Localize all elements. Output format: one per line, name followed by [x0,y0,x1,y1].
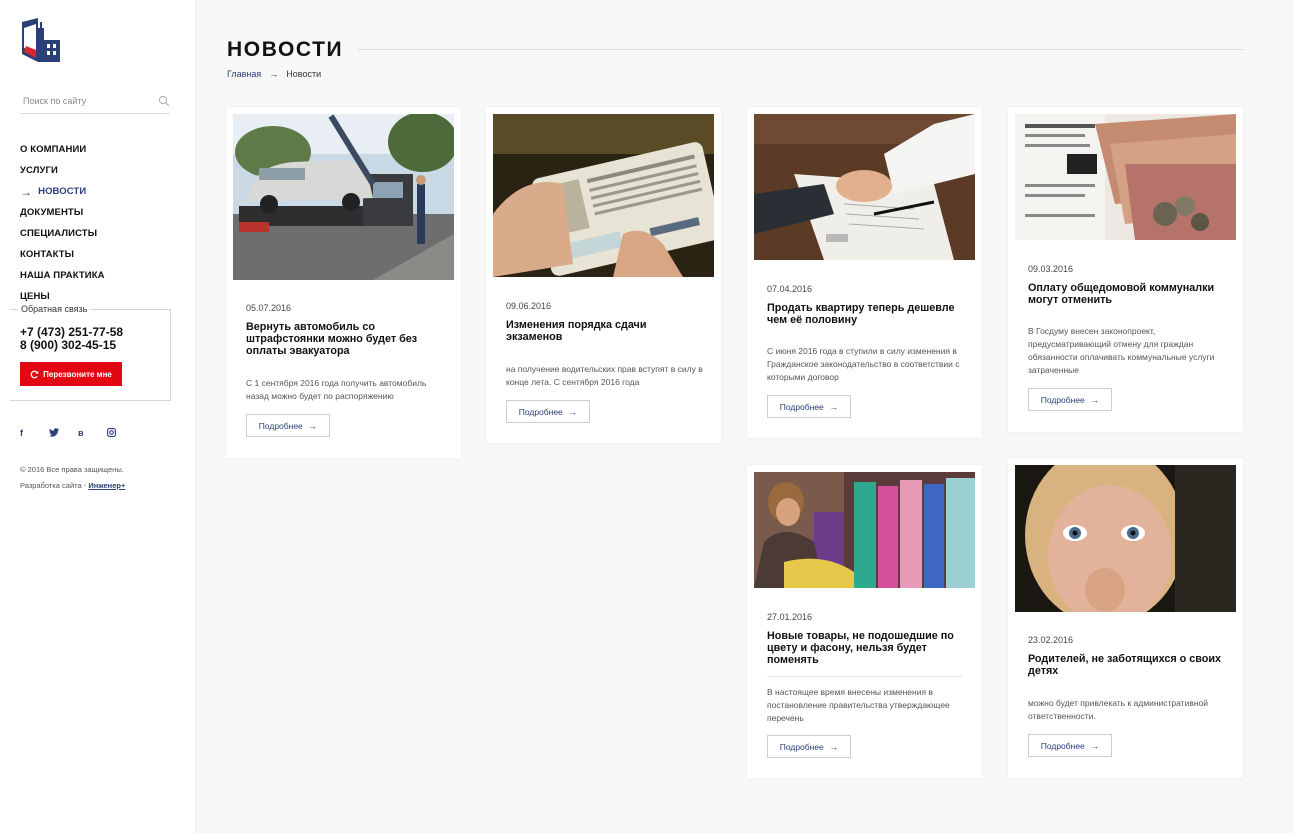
news-title[interactable]: Новые товары, не подошедшие по цвету и ф… [767,630,962,666]
breadcrumb-separator: → [269,69,279,79]
news-card[interactable]: 27.01.2016 Новые товары, не подошедшие п… [747,465,982,778]
news-date: 05.07.2016 [246,303,292,313]
read-more-button[interactable]: Подробнее → [506,400,590,423]
search-input[interactable] [20,90,150,112]
arrow-right-icon: → [308,420,318,431]
developer-link[interactable]: Инженер+ [88,481,125,490]
arrow-right-icon: → [568,406,578,417]
copyright-text: © 2016 Все права защищены. [20,465,124,474]
title-divider [358,49,1244,50]
breadcrumb: Главная → Новости [227,69,321,79]
read-more-button[interactable]: Подробнее → [767,395,851,418]
news-date: 09.03.2016 [1028,264,1074,274]
read-more-button[interactable]: Подробнее → [1028,388,1112,411]
news-image-driver-license[interactable] [493,114,714,277]
news-image-tow-truck[interactable] [233,114,454,280]
read-more-button[interactable]: Подробнее → [246,414,330,437]
news-excerpt: С июня 2016 года в ступили в силу измене… [767,346,960,382]
phone-number-1[interactable]: +7 (473) 251-77-58 [20,325,123,339]
news-title[interactable]: Вернуть автомобиль со штрафстоянки можно… [246,321,441,357]
news-excerpt: В настоящее время внесены изменения в по… [767,687,950,723]
news-excerpt: на получение водительских прав вступят в… [506,364,703,387]
nav-item-news[interactable]: → Новости [20,181,105,202]
news-date: 07.04.2016 [767,284,813,294]
news-date: 27.01.2016 [767,612,813,622]
callback-button-label: Перезвоните мне [43,369,112,379]
news-image-handshake[interactable] [754,114,975,260]
news-image-clothing-store[interactable] [754,472,975,588]
news-title[interactable]: Родителей, не заботящихся о своих детях [1028,653,1223,677]
nav-item-about[interactable]: О компании [20,139,105,160]
nav-item-services[interactable]: Услуги [20,160,105,181]
logo[interactable] [20,18,62,66]
social-links: f в [20,428,136,439]
page-title: НОВОСТИ [227,38,344,61]
news-image-child[interactable] [1015,465,1236,612]
breadcrumb-current: Новости [286,69,322,79]
nav-item-specialists[interactable]: Специалисты [20,223,105,244]
news-title[interactable]: Продать квартиру теперь дешевле чем её п… [767,302,962,326]
news-card[interactable]: 09.06.2016 Изменения порядка сдачи экзам… [486,107,721,443]
arrow-right-icon: → [1090,394,1100,405]
refresh-icon [30,370,39,378]
news-card[interactable]: 23.02.2016 Родителей, не заботящихся о с… [1008,458,1243,778]
divider [767,676,962,677]
search-icon[interactable] [158,95,170,107]
vk-icon[interactable]: в [78,428,107,439]
arrow-right-icon: → [20,184,33,199]
news-image-money[interactable] [1015,114,1236,240]
shield-logo-icon [22,18,60,62]
instagram-icon[interactable] [107,428,136,439]
news-card[interactable]: 09.03.2016 Оплату общедомовой коммуналки… [1008,107,1243,432]
news-title[interactable]: Оплату общедомовой коммуналки могут отме… [1028,282,1223,306]
arrow-right-icon: → [1090,740,1100,751]
news-excerpt: можно будет привлекать к административно… [1028,698,1209,721]
search-box [20,90,170,114]
feedback-title: Обратная связь [18,304,91,314]
breadcrumb-home-link[interactable]: Главная [227,69,261,79]
arrow-right-icon: → [829,401,839,412]
news-card[interactable]: 07.04.2016 Продать квартиру теперь дешев… [747,107,982,438]
read-more-button[interactable]: Подробнее → [1028,734,1112,757]
facebook-icon[interactable]: f [20,428,49,439]
arrow-right-icon: → [829,741,839,752]
nav-item-documents[interactable]: Документы [20,202,105,223]
developer-credit: Разработка сайта - Инженер+ [20,481,126,490]
news-excerpt: В Госдуму внесен законопроект, предусмат… [1028,326,1215,375]
sidebar: О компании Услуги →Новости Документы Спе… [0,0,196,833]
twitter-icon[interactable] [49,428,78,439]
feedback-box: Обратная связь +7 (473) 251-77-58 8 (900… [10,304,171,401]
news-date: 09.06.2016 [506,301,552,311]
news-title[interactable]: Изменения порядка сдачи экзаменов [506,319,701,343]
callback-button[interactable]: Перезвоните мне [20,362,122,386]
nav-item-practice[interactable]: Наша практика [20,265,105,286]
main-nav: О компании Услуги → Новости Документы Спе… [20,139,105,307]
news-card[interactable]: 05.07.2016 Вернуть автомобиль со штрафст… [226,107,461,458]
news-date: 23.02.2016 [1028,635,1074,645]
phone-number-2[interactable]: 8 (900) 302-45-15 [20,338,116,352]
news-excerpt: С 1 сентября 2016 года получить автомоби… [246,378,427,401]
nav-item-contacts[interactable]: Контакты [20,244,105,265]
read-more-button[interactable]: Подробнее → [767,735,851,758]
